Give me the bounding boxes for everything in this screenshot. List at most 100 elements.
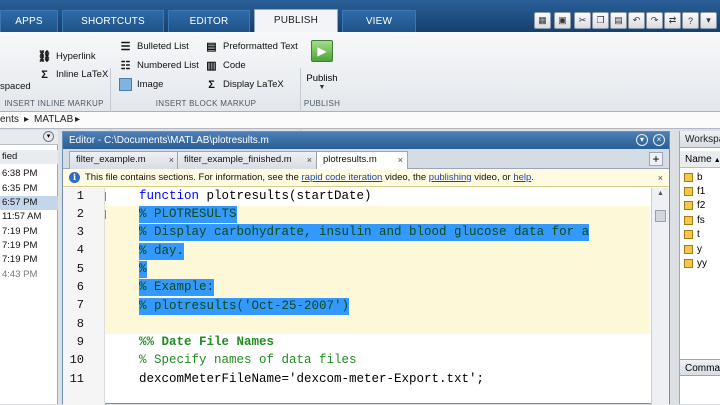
code-line-selected: % PLOTRESULTS (139, 206, 237, 223)
numbered-list-button[interactable]: ☷ Numbered List (119, 57, 199, 74)
rapid-code-iteration-link[interactable]: rapid code iteration (302, 172, 383, 183)
path-folder[interactable]: MATLAB (34, 114, 73, 125)
publishing-link[interactable]: publishing (429, 172, 472, 183)
file-row-date[interactable]: 6:38 PM (0, 167, 58, 181)
chevron-down-icon[interactable]: ▾ (636, 134, 648, 146)
code-button[interactable]: ▥ Code (205, 57, 246, 74)
spaced-text-button[interactable]: spaced (0, 78, 31, 95)
publish-label: Publish (306, 73, 338, 84)
name-column-header[interactable]: Name ▲ (680, 151, 720, 168)
save-icon[interactable]: ▣ (554, 12, 571, 29)
tab-shortcuts[interactable]: SHORTCUTS (62, 10, 164, 32)
bullet-list-icon: ☰ (120, 41, 131, 53)
paste-icon[interactable]: ▤ (610, 12, 627, 29)
line-number: 10 (69, 353, 84, 367)
tab-apps[interactable]: APPS (0, 10, 58, 32)
address-bar[interactable]: ents ▸ MATLAB ▸ (0, 112, 720, 129)
editor-window: Editor - C:\Documents\MATLAB\plotresults… (62, 131, 670, 405)
scrollbar-thumb[interactable] (655, 210, 666, 222)
hyperlink-label: Hyperlink (56, 51, 96, 62)
numbered-list-label: Numbered List (137, 60, 199, 71)
workspace-variable[interactable]: y (684, 243, 702, 256)
info-text: This file contains sections. For informa… (85, 172, 302, 183)
file-row-date[interactable]: 7:19 PM (0, 225, 58, 239)
vertical-scrollbar[interactable]: ▲ (651, 188, 669, 405)
file-tab-active[interactable]: plotresults.m × (316, 151, 408, 170)
numbered-list-icon: ☷ (120, 60, 131, 72)
hyperlink-button[interactable]: ⛓ Hyperlink (38, 48, 96, 65)
help-icon[interactable]: ? (682, 12, 699, 29)
date-modified-header[interactable]: fied (0, 150, 58, 164)
code-text: dexcomMeterFileName='dexcom-meter-Export… (139, 372, 485, 386)
file-tab[interactable]: filter_example_finished.m × (177, 151, 317, 169)
new-tab-icon[interactable]: + (649, 152, 663, 166)
path-separator-icon: ▸ (75, 114, 81, 125)
file-row-date[interactable]: 6:35 PM (0, 182, 58, 196)
image-button[interactable]: Image (119, 76, 163, 93)
link-icon: ⛓ (37, 51, 52, 63)
section-info-bar: i This file contains sections. For infor… (63, 169, 669, 187)
undo-icon[interactable]: ↶ (628, 12, 645, 29)
line-number: 11 (69, 372, 84, 386)
pane-actions-icon[interactable]: ▾ (43, 131, 54, 142)
redo-icon[interactable]: ↷ (646, 12, 663, 29)
code-line-selected: % Example: (139, 279, 215, 296)
workspace-variable[interactable]: f2 (684, 199, 705, 212)
file-tab-label: plotresults.m (323, 154, 377, 165)
close-icon[interactable]: × (653, 134, 665, 146)
file-row-date[interactable]: 6:57 PM (0, 196, 58, 210)
info-text: . (531, 172, 534, 183)
variable-name: y (697, 244, 702, 255)
code-line-selected: % Display carbohydrate, insulin and bloo… (139, 224, 590, 241)
line-number: 3 (76, 225, 84, 239)
close-icon[interactable]: × (398, 152, 403, 168)
file-row-date[interactable]: 7:19 PM (0, 239, 58, 253)
close-icon[interactable]: × (307, 152, 312, 168)
code-line-selected: % day. (139, 243, 185, 260)
cut-icon[interactable]: ✂ (574, 12, 591, 29)
file-row-date[interactable]: 11:57 AM (0, 210, 58, 224)
path-separator-icon: ▸ (24, 114, 30, 125)
code-line: function plotresults(startDate) (139, 188, 372, 205)
close-icon[interactable]: × (658, 169, 663, 187)
line-number: 8 (76, 317, 84, 331)
section-header-line: %% Date File Names (139, 335, 275, 349)
file-row-date[interactable]: 4:43 PM (0, 268, 58, 282)
workspace-variable[interactable]: f1 (684, 185, 705, 198)
file-tab[interactable]: filter_example.m × (69, 151, 179, 169)
tab-view[interactable]: VIEW (342, 10, 416, 32)
info-text: video, or (471, 172, 514, 183)
variable-name: f2 (697, 200, 706, 211)
expand-icon[interactable]: ▾ (700, 12, 717, 29)
workspace-variable[interactable]: yy (684, 257, 707, 270)
code-area[interactable]: − − function plotresults(startDate) % PL… (105, 188, 650, 405)
workspace-pane: Workspace Name▲ b f1 f2 fs t y yy Comman… (679, 131, 720, 404)
publish-button[interactable]: ▶ Publish ▼ (306, 38, 338, 98)
layout-icon[interactable]: ▦ (534, 12, 551, 29)
file-row-date[interactable]: 7:19 PM (0, 253, 58, 267)
path-segment[interactable]: ents (0, 114, 19, 125)
display-latex-button[interactable]: Σ Display LaTeX (205, 76, 284, 93)
copy-icon[interactable]: ❐ (592, 12, 609, 29)
preformatted-text-button[interactable]: ▤ Preformatted Text (205, 38, 298, 55)
close-icon[interactable]: × (169, 152, 174, 168)
fold-collapse-icon[interactable]: − (105, 192, 106, 201)
code-label: Code (223, 60, 246, 71)
help-link[interactable]: help (513, 172, 531, 183)
grid-icon (684, 230, 693, 239)
bulleted-list-button[interactable]: ☰ Bulleted List (119, 38, 189, 55)
grid-icon (684, 173, 693, 182)
sigma-icon: Σ (41, 68, 48, 81)
fold-collapse-icon[interactable]: − (105, 210, 106, 219)
publish-ribbon: spaced ⛓ Hyperlink Σ Inline LaTeX ☰ Bull… (0, 32, 720, 140)
workspace-variable[interactable]: t (684, 228, 700, 241)
workspace-variable[interactable]: fs (684, 214, 705, 227)
switch-windows-icon[interactable]: ⇄ (664, 12, 681, 29)
tab-publish[interactable]: PUBLISH (254, 9, 338, 32)
workspace-variable[interactable]: b (684, 171, 703, 184)
scroll-up-icon[interactable]: ▲ (656, 190, 665, 199)
code-line: dexcomMeterFileName='dexcom-meter-Export… (139, 371, 484, 388)
inline-latex-label: Inline LaTeX (56, 69, 109, 80)
inline-latex-button[interactable]: Σ Inline LaTeX (38, 66, 108, 83)
tab-editor[interactable]: EDITOR (168, 10, 250, 32)
